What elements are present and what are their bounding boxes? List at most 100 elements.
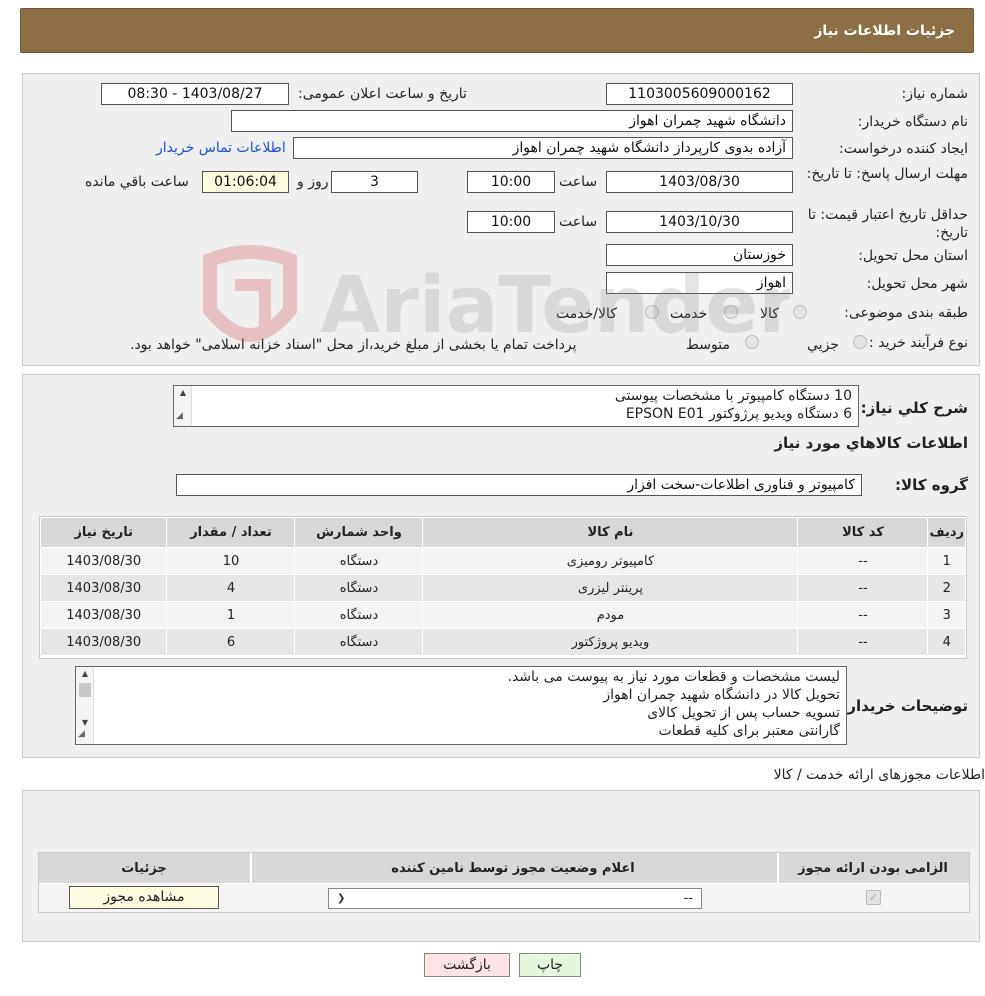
- permits-col-required: الزامی بودن ارائه مجوز: [798, 861, 948, 876]
- price-date-field: 1403/10/30: [606, 211, 793, 233]
- col-date: تاريخ نياز: [39, 517, 168, 548]
- cell-qty: 10: [166, 547, 296, 575]
- cell-name: مودم: [422, 601, 799, 629]
- cell-name: پرینتر لیزری: [422, 574, 799, 602]
- scroll-up-icon[interactable]: ▲: [76, 667, 94, 681]
- cell-code: --: [797, 547, 929, 575]
- cell-qty: 6: [166, 628, 296, 656]
- cell-row: 2: [927, 574, 966, 602]
- announce-label: تاریخ و ساعت اعلان عمومی:: [298, 86, 467, 102]
- reply-time-label: ساعت: [559, 174, 598, 190]
- days-field: 3: [331, 171, 418, 193]
- cell-unit: دستگاه: [294, 628, 424, 656]
- buyer-contact-link[interactable]: اطلاعات تماس خریدار: [156, 140, 286, 156]
- col-unit: واحد شمارش: [294, 517, 424, 548]
- page-header: جزئیات اطلاعات نیاز: [20, 8, 974, 53]
- col-row: رديف: [927, 517, 966, 548]
- cell-name: کامپیوتر رومیزی: [422, 547, 799, 575]
- chevron-down-icon: ❯: [337, 893, 346, 904]
- remaining-label: ساعت باقي مانده: [85, 174, 189, 190]
- description-line: 6 دستگاه ویدیو پرژوکتور EPSON E01: [625, 406, 852, 422]
- buyer-note-line: لیست مشخصات و قطعات مورد نیاز به پیوست م…: [507, 669, 841, 685]
- table-row: 1 -- کامپیوتر رومیزی دستگاه 10 1403/08/3…: [39, 547, 966, 575]
- permits-col-status: اعلام وضعیت مجوز توسط نامین کننده: [391, 861, 635, 876]
- cell-qty: 1: [166, 601, 296, 629]
- price-time-field: 10:00: [467, 211, 555, 233]
- buyer-notes-textarea[interactable]: لیست مشخصات و قطعات مورد نیاز به پیوست م…: [75, 666, 847, 745]
- description-textarea[interactable]: 10 دستگاه کامپیوتر با مشخصات پیوستی 6 دس…: [173, 385, 859, 427]
- days-label: روز و: [297, 174, 329, 190]
- permit-status-select[interactable]: ❯ --: [328, 888, 702, 909]
- cell-row: 4: [927, 628, 966, 656]
- process-radio-medium[interactable]: [745, 335, 759, 349]
- goods-table-wrap: رديف کد کالا نام کالا واحد شمارش تعداد /…: [39, 516, 967, 659]
- back-button[interactable]: بازگشت: [424, 953, 510, 977]
- goods-table: رديف کد کالا نام کالا واحد شمارش تعداد /…: [39, 517, 966, 656]
- category-option-service: خدمت: [670, 306, 708, 322]
- requester-field: آزاده بدوی کارپرداز دانشگاه شهید چمران ا…: [293, 137, 793, 159]
- cell-unit: دستگاه: [294, 601, 424, 629]
- process-label: نوع فرآیند خرید :: [869, 335, 968, 351]
- table-row: 2 -- پرینتر لیزری دستگاه 4 1403/08/30: [39, 574, 966, 602]
- table-row: 4 -- ویدیو پروژکتور دستگاه 6 1403/08/30: [39, 628, 966, 656]
- goods-section-title: اطلاعات کالاهاي مورد نياز: [774, 434, 968, 452]
- resize-grip-icon[interactable]: ◢: [176, 407, 183, 425]
- permits-col-details: جزئيات: [121, 861, 167, 876]
- cell-unit: دستگاه: [294, 574, 424, 602]
- buyer-org-field: دانشگاه شهید چمران اهواز: [231, 110, 793, 132]
- reply-date-field: 1403/08/30: [606, 171, 793, 193]
- category-label: طبقه بندی موضوعی:: [844, 305, 968, 321]
- col-code: کد کالا: [797, 517, 929, 548]
- scroll-thumb[interactable]: [79, 683, 91, 697]
- category-option-goods-service: کالا/خدمت: [556, 306, 617, 322]
- cell-date: 1403/08/30: [39, 574, 168, 602]
- province-label: استان محل تحویل:: [858, 248, 968, 264]
- page-title: جزئیات اطلاعات نیاز: [814, 22, 955, 39]
- province-field: خوزستان: [606, 244, 793, 266]
- view-permit-button[interactable]: مشاهده مجوز: [69, 886, 219, 909]
- cell-row: 3: [927, 601, 966, 629]
- need-number-field: 1103005609000162: [606, 83, 793, 105]
- category-radio-service[interactable]: [724, 305, 738, 319]
- price-time-label: ساعت: [559, 214, 598, 230]
- cell-date: 1403/08/30: [39, 601, 168, 629]
- process-option-medium: متوسط: [686, 337, 730, 353]
- col-qty: تعداد / مقدار: [166, 517, 296, 548]
- cell-code: --: [797, 574, 929, 602]
- resize-grip-icon[interactable]: ◢: [78, 725, 85, 743]
- cell-date: 1403/08/30: [39, 547, 168, 575]
- buyer-note-line: تحویل کالا در دانشگاه شهید چمران اهواز: [603, 687, 840, 703]
- buyer-notes-scrollbar[interactable]: ▲ ▼ ◢: [76, 667, 94, 744]
- buyer-org-label: نام دستگاه خریدار:: [857, 114, 968, 130]
- announce-field: 1403/08/27 - 08:30: [101, 83, 289, 105]
- category-radio-goods[interactable]: [793, 305, 807, 319]
- goods-group-label: گروه کالا:: [895, 476, 968, 494]
- city-label: شهر محل تحویل:: [866, 276, 968, 292]
- reply-deadline-label: مهلت ارسال پاسخ: تا تاریخ:: [806, 166, 968, 182]
- goods-table-header: رديف کد کالا نام کالا واحد شمارش تعداد /…: [39, 517, 966, 548]
- print-button[interactable]: چاپ: [519, 953, 581, 977]
- need-number-label: شماره نیاز:: [901, 86, 969, 102]
- permits-table: الزامی بودن ارائه مجوز اعلام وضعیت مجوز …: [38, 852, 970, 913]
- requester-label: ایجاد کننده درخواست:: [839, 141, 968, 157]
- category-radio-goods-service[interactable]: [645, 305, 659, 319]
- reply-time-field: 10:00: [467, 171, 555, 193]
- process-radio-minor[interactable]: [853, 335, 867, 349]
- category-option-goods: کالا: [760, 306, 779, 322]
- description-line: 10 دستگاه کامپیوتر با مشخصات پیوستی: [614, 388, 852, 404]
- permit-status-value: --: [683, 891, 693, 906]
- cell-unit: دستگاه: [294, 547, 424, 575]
- scroll-up-icon[interactable]: ▲: [174, 386, 192, 400]
- cell-code: --: [797, 601, 929, 629]
- cell-name: ویدیو پروژکتور: [422, 628, 799, 656]
- permits-section-title: اطلاعات مجوزهای ارائه خدمت / کالا: [773, 767, 985, 783]
- buyer-notes-label: توضيحات خريدار:: [841, 697, 968, 715]
- remaining-time-field: 01:06:04: [202, 171, 289, 193]
- process-note: پرداخت تمام یا بخشی از مبلغ خرید،از محل …: [130, 337, 577, 353]
- cell-date: 1403/08/30: [39, 628, 168, 656]
- buyer-note-line: تسویه حساب پس از تحویل کالای: [647, 705, 840, 721]
- table-row: 3 -- مودم دستگاه 1 1403/08/30: [39, 601, 966, 629]
- price-validity-label: حداقل تاریخ اعتبار قیمت: تا تاریخ:: [807, 207, 968, 241]
- goods-group-field: کامپیوتر و فناوری اطلاعات-سخت افزار: [176, 474, 862, 496]
- description-scrollbar[interactable]: ▲ ◢: [174, 386, 192, 426]
